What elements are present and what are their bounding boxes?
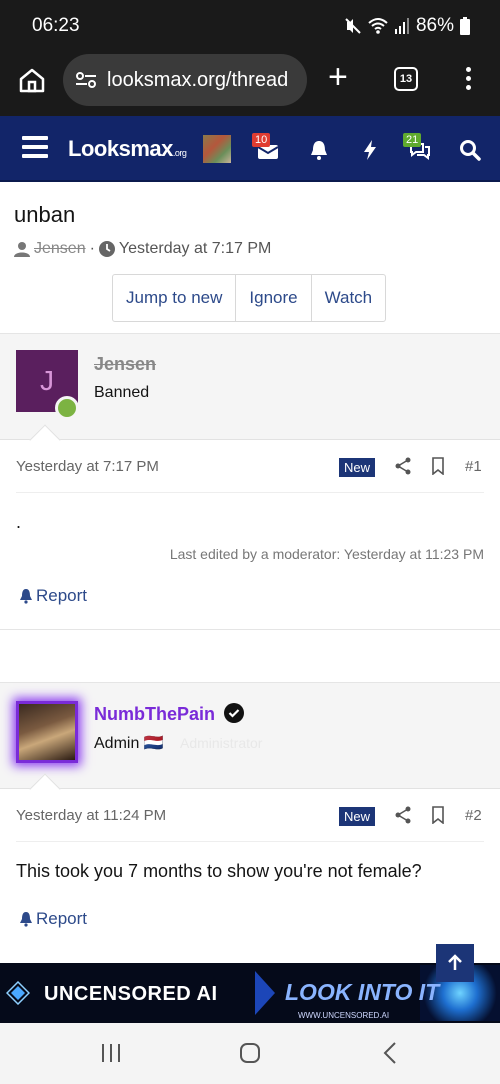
address-bar[interactable]: looksmax.org/thread <box>63 54 307 106</box>
post-gap <box>0 629 500 682</box>
post-body: . <box>16 512 22 532</box>
recent-apps-icon[interactable] <box>100 1043 122 1063</box>
post-number[interactable]: #1 <box>465 458 482 475</box>
report-button[interactable]: Report <box>18 909 87 929</box>
url-text: looksmax.org/thread <box>107 68 289 91</box>
user-role: Administrator <box>180 735 263 751</box>
post-body: This took you 7 months to show you're no… <box>16 861 422 881</box>
home-button-icon[interactable] <box>239 1042 261 1064</box>
home-icon[interactable] <box>18 66 46 94</box>
thread-actions: Jump to new Ignore Watch <box>112 274 387 322</box>
thread-author[interactable]: Jensen <box>34 240 86 258</box>
post-divider <box>16 492 484 493</box>
gem-icon <box>6 981 30 1005</box>
thread-date[interactable]: Yesterday at 7:17 PM <box>119 240 271 258</box>
jump-to-new-button[interactable]: Jump to new <box>113 275 237 321</box>
site-settings-icon[interactable] <box>75 69 97 91</box>
user-avatar[interactable] <box>203 135 231 163</box>
post-date[interactable]: Yesterday at 11:24 PM <box>16 807 166 824</box>
userbar-arrow <box>29 424 61 456</box>
avatar[interactable] <box>16 701 78 763</box>
post-2: NumbThePain Admin 🇳🇱 Administrator Yeste… <box>0 682 500 952</box>
battery-icon <box>460 17 470 35</box>
new-tab-button[interactable]: + <box>328 60 348 94</box>
new-badge: New <box>339 807 376 826</box>
post-divider <box>16 841 484 842</box>
online-indicator <box>55 396 79 420</box>
post-number[interactable]: #2 <box>465 807 482 824</box>
bell-icon <box>20 912 32 927</box>
user-title: Admin 🇳🇱 <box>94 735 164 752</box>
share-icon[interactable] <box>394 806 412 824</box>
arrow-up-icon <box>448 954 462 970</box>
signal-icon <box>394 18 409 34</box>
post-username[interactable]: NumbThePain <box>94 703 245 725</box>
wifi-icon <box>368 18 388 34</box>
ad-banner[interactable]: UNCENSORED AI LOOK INTO IT WWW.UNCENSORE… <box>0 963 500 1023</box>
status-icons: 86% <box>344 15 470 37</box>
status-bar: 06:23 86% <box>0 0 500 52</box>
post-username[interactable]: Jensen <box>94 354 156 375</box>
site-navbar: Looksmax.org 10 21 <box>0 116 500 182</box>
user-title: Banned <box>94 384 150 401</box>
browser-toolbar: looksmax.org/thread + 13 <box>0 52 500 116</box>
new-badge: New <box>339 458 376 477</box>
bell-icon <box>20 589 32 604</box>
share-icon[interactable] <box>394 457 412 475</box>
menu-icon[interactable] <box>22 136 48 158</box>
inbox-badge: 10 <box>252 133 271 147</box>
ad-left-text: UNCENSORED AI <box>44 983 218 1005</box>
bolt-icon[interactable] <box>358 138 382 162</box>
bookmark-icon[interactable] <box>429 457 447 475</box>
verified-icon <box>224 703 245 723</box>
watch-button[interactable]: Watch <box>312 275 386 321</box>
ad-site: WWW.UNCENSORED.AI <box>298 1011 390 1020</box>
ad-chevron <box>255 971 275 1015</box>
thread-title: unban <box>14 202 76 227</box>
mute-icon <box>345 18 361 34</box>
post-2-userbar: NumbThePain Admin 🇳🇱 Administrator <box>0 683 500 805</box>
system-nav-bar <box>0 1023 500 1084</box>
back-icon[interactable] <box>382 1041 398 1065</box>
user-icon <box>14 242 30 257</box>
ignore-button[interactable]: Ignore <box>236 275 312 321</box>
thread-meta: Jensen · Yesterday at 7:17 PM <box>14 240 271 258</box>
userbar-arrow <box>29 773 61 805</box>
bookmark-icon[interactable] <box>429 806 447 824</box>
search-icon[interactable] <box>458 138 482 162</box>
post-1-userbar: J Jensen Banned <box>0 334 500 456</box>
conversations-badge: 21 <box>403 133 422 147</box>
edited-note: Last edited by a moderator: Yesterday at… <box>169 546 484 562</box>
site-logo[interactable]: Looksmax.org <box>68 136 187 162</box>
ad-right-text: LOOK INTO IT <box>285 979 440 1005</box>
post-date[interactable]: Yesterday at 7:17 PM <box>16 458 159 475</box>
tab-switcher-button[interactable]: 13 <box>394 67 418 91</box>
post-1: J Jensen Banned Yesterday at 7:17 PM New… <box>0 333 500 629</box>
browser-menu-icon[interactable] <box>463 67 473 93</box>
status-time: 06:23 <box>32 15 80 36</box>
bell-icon[interactable] <box>307 138 331 162</box>
scroll-top-button[interactable] <box>436 944 474 982</box>
report-button[interactable]: Report <box>18 586 87 606</box>
clock-icon <box>98 241 115 257</box>
battery-percent: 86% <box>415 15 454 36</box>
